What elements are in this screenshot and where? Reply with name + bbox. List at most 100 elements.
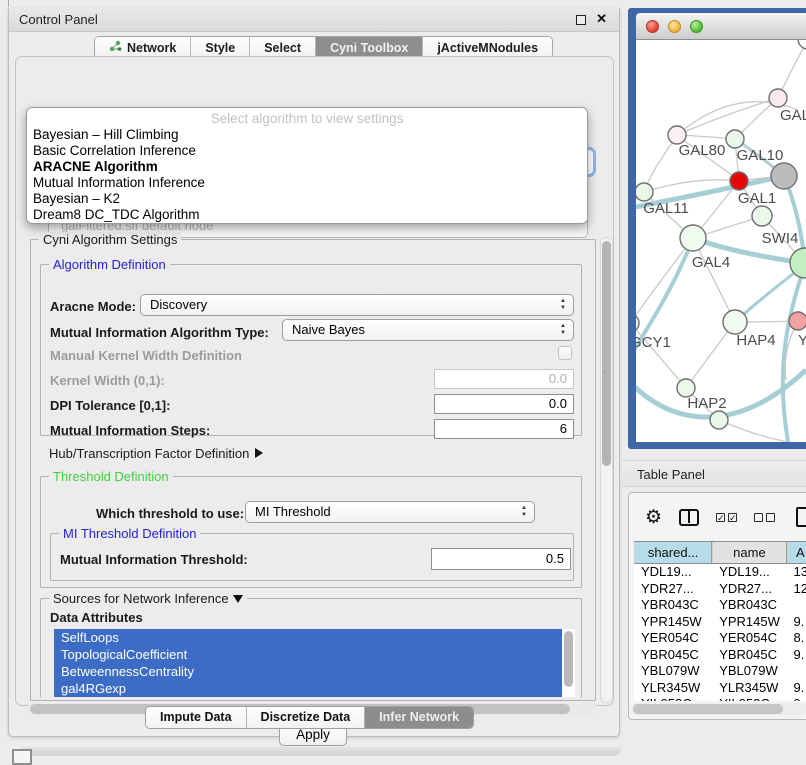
table-cell: 9. bbox=[787, 614, 806, 631]
network-node[interactable] bbox=[798, 40, 806, 49]
settings-vertical-scrollbar[interactable] bbox=[600, 237, 613, 703]
column-header-a[interactable]: A bbox=[787, 542, 806, 563]
network-node[interactable] bbox=[680, 225, 706, 251]
tab-impute-data[interactable]: Impute Data bbox=[146, 707, 247, 728]
aracne-mode-combo[interactable]: Discovery bbox=[140, 294, 574, 316]
attribute-item[interactable]: SelfLoops bbox=[54, 629, 562, 646]
network-node[interactable] bbox=[710, 411, 728, 429]
column-header-name[interactable]: name bbox=[712, 542, 786, 563]
table-cell: 9 bbox=[787, 696, 806, 701]
attributes-scrollbar[interactable] bbox=[564, 631, 573, 687]
network-node-label: HAP4 bbox=[736, 332, 775, 349]
table-row[interactable]: YDL19...YDL19...13 bbox=[634, 564, 806, 581]
network-node[interactable] bbox=[789, 312, 806, 330]
mi-steps-label: Mutual Information Steps: bbox=[50, 423, 210, 438]
network-node-label: GAL1 bbox=[738, 190, 776, 207]
mi-steps-input[interactable]: 6 bbox=[434, 419, 574, 439]
table-row[interactable]: YER054CYER054C8. bbox=[634, 630, 806, 647]
table-row[interactable]: YLR345WYLR345W9. bbox=[634, 680, 806, 697]
content-bottom-strip bbox=[22, 747, 621, 756]
minimize-traffic-light[interactable] bbox=[668, 20, 681, 33]
gear-icon[interactable]: ⚙ bbox=[645, 508, 662, 527]
manual-kernel-width-checkbox[interactable] bbox=[558, 346, 572, 360]
floating-panel-icon[interactable] bbox=[12, 749, 32, 765]
select-all-checkboxes-icon[interactable] bbox=[716, 513, 737, 522]
tab-label: Cyni Toolbox bbox=[330, 41, 408, 55]
tab-jactivemnodules[interactable]: jActiveMNodules bbox=[423, 37, 552, 58]
algorithm-option[interactable]: Mutual Information Inference bbox=[27, 175, 587, 191]
threshold-definition-group: Threshold Definition Which threshold to … bbox=[40, 476, 582, 588]
aracne-mode-label: Aracne Mode: bbox=[50, 299, 136, 314]
table-hscrollbar-thumb[interactable] bbox=[633, 704, 783, 714]
hub-definition-expander[interactable]: Hub/Transcription Factor Definition bbox=[49, 446, 263, 461]
window-edge-tick bbox=[8, 0, 9, 7]
sources-title: Sources for Network Inference bbox=[53, 591, 229, 606]
network-node[interactable] bbox=[752, 206, 772, 226]
zoom-traffic-light[interactable] bbox=[690, 20, 703, 33]
tab-cyni-toolbox[interactable]: Cyni Toolbox bbox=[316, 37, 423, 58]
table-row[interactable]: YDR27...YDR27...12 bbox=[634, 581, 806, 598]
table-row[interactable]: YIL052CYIL052C9 bbox=[634, 696, 806, 701]
dpi-tolerance-input[interactable]: 0.0 bbox=[434, 394, 574, 414]
table-row[interactable]: YPR145WYPR145W9. bbox=[634, 614, 806, 631]
algorithm-option[interactable]: Bayesian – Hill Climbing bbox=[27, 127, 587, 143]
table-cell: YDR27... bbox=[712, 581, 786, 598]
table-cell: YIL052C bbox=[712, 696, 786, 701]
table-cell: YLR345W bbox=[712, 680, 786, 697]
algorithm-option[interactable]: Dream8 DC_TDC Algorithm bbox=[27, 207, 587, 223]
table-cell bbox=[787, 597, 806, 614]
network-node[interactable] bbox=[730, 172, 748, 190]
settings-scrollbar-thumb[interactable] bbox=[602, 241, 611, 466]
table-cell: YDR27... bbox=[634, 581, 712, 598]
column-header-shared-[interactable]: shared... bbox=[634, 542, 712, 563]
table-cell: YLR345W bbox=[634, 680, 712, 697]
algorithm-option[interactable]: Basic Correlation Inference bbox=[27, 143, 587, 159]
expand-right-icon bbox=[255, 448, 263, 458]
algorithm-option[interactable]: Bayesian – K2 bbox=[27, 191, 587, 207]
tab-label: Network bbox=[127, 41, 176, 55]
table-row[interactable]: YBR043CYBR043C bbox=[634, 597, 806, 614]
kernel-width-input[interactable]: 0.0 bbox=[434, 369, 574, 389]
mi-threshold-input[interactable]: 0.5 bbox=[431, 548, 571, 570]
table-cell: YBL079W bbox=[712, 663, 786, 680]
columns-icon[interactable] bbox=[679, 509, 699, 526]
network-node[interactable] bbox=[769, 89, 787, 107]
attribute-item[interactable]: gal4RGexp bbox=[54, 680, 562, 697]
deselect-all-checkboxes-icon[interactable] bbox=[754, 513, 775, 522]
network-node[interactable] bbox=[636, 314, 639, 332]
table-horizontal-scrollbar[interactable] bbox=[631, 703, 806, 715]
cyni-settings-title: Cyni Algorithm Settings bbox=[39, 232, 181, 247]
network-node[interactable] bbox=[771, 163, 797, 189]
new-table-icon[interactable] bbox=[796, 507, 806, 527]
which-threshold-combo[interactable]: MI Threshold bbox=[245, 501, 535, 523]
tab-select[interactable]: Select bbox=[250, 37, 316, 58]
tab-network[interactable]: Network bbox=[95, 37, 191, 58]
network-node[interactable] bbox=[636, 183, 653, 201]
data-attributes-label: Data Attributes bbox=[50, 610, 143, 625]
float-window-icon[interactable] bbox=[576, 15, 586, 25]
algorithm-option[interactable]: ARACNE Algorithm bbox=[27, 159, 587, 175]
tab-infer-network[interactable]: Infer Network bbox=[365, 707, 473, 728]
network-canvas[interactable]: GALGAL80GAL10GAL1GAL11SWI4GAL4GCY1HAP4YH… bbox=[636, 40, 806, 442]
table-panel-titlebar: Table Panel bbox=[622, 460, 806, 487]
attribute-item[interactable]: BetweennessCentrality bbox=[54, 663, 562, 680]
attribute-item[interactable]: TopologicalCoefficient bbox=[54, 646, 562, 663]
tab-style[interactable]: Style bbox=[191, 37, 250, 58]
close-icon[interactable]: ✕ bbox=[596, 11, 607, 27]
table-cell: YDL19... bbox=[634, 564, 712, 581]
network-edge bbox=[644, 135, 677, 192]
tab-discretize-data[interactable]: Discretize Data bbox=[247, 707, 366, 728]
table-cell: 13 bbox=[787, 564, 806, 581]
sources-collapser[interactable]: Sources for Network Inference bbox=[49, 591, 247, 606]
table-row[interactable]: YBR045CYBR045C9. bbox=[634, 647, 806, 664]
algorithm-popup-items: Bayesian – Hill ClimbingBasic Correlatio… bbox=[27, 127, 587, 223]
mi-algorithm-type-combo[interactable]: Naive Bayes bbox=[282, 319, 574, 341]
network-node[interactable] bbox=[726, 130, 744, 148]
network-node-label: GAL4 bbox=[692, 254, 730, 271]
table-row[interactable]: YBL079WYBL079W bbox=[634, 663, 806, 680]
tab-content-panel: galFiltered.sif default node Select algo… bbox=[15, 56, 614, 706]
network-node[interactable] bbox=[723, 310, 747, 334]
panel-divider-grabber[interactable]: ‹ bbox=[603, 366, 606, 376]
close-traffic-light[interactable] bbox=[646, 20, 659, 33]
table-cell: YPR145W bbox=[712, 614, 786, 631]
